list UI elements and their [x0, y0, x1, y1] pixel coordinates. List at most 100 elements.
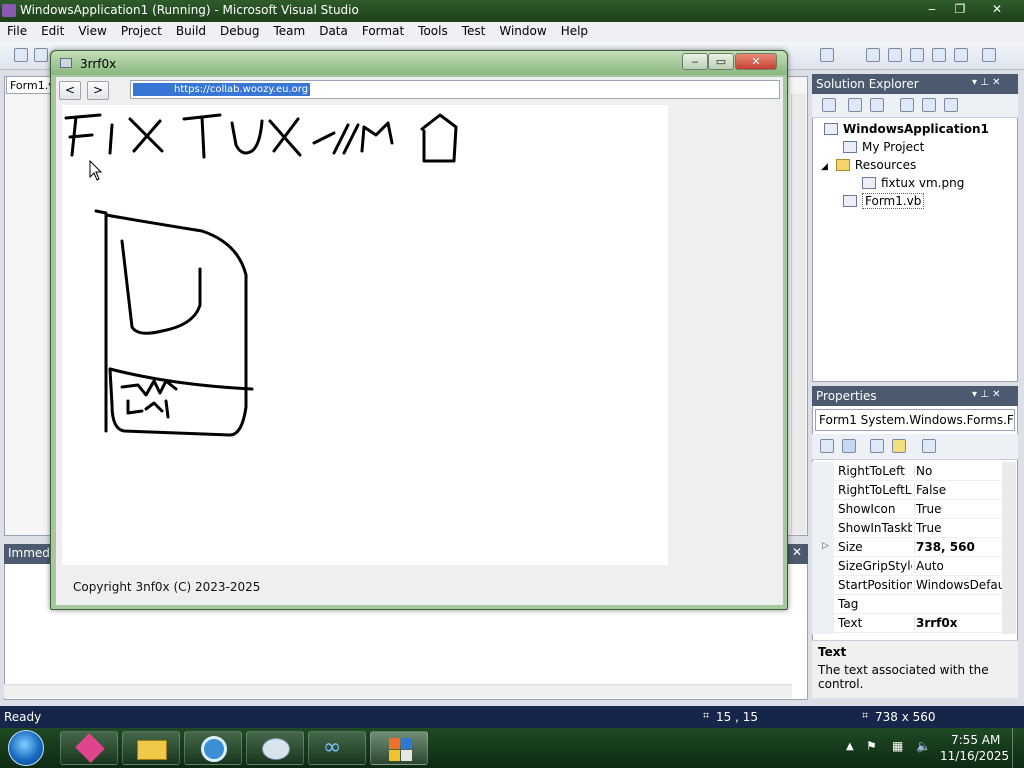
- mouse-cursor-icon: [89, 160, 103, 181]
- property-row[interactable]: Tag: [834, 595, 1002, 614]
- step-icon[interactable]: [866, 48, 880, 62]
- menu-help[interactable]: Help: [554, 22, 595, 38]
- property-row[interactable]: SizeGripStyle Auto: [834, 557, 1002, 576]
- new-project-icon[interactable]: [14, 48, 28, 62]
- editor-tab-form1[interactable]: Form1.vb: [6, 76, 56, 94]
- drawing-canvas[interactable]: [62, 105, 668, 565]
- menu-window[interactable]: Window: [492, 22, 553, 38]
- menu-format[interactable]: Format: [355, 22, 411, 38]
- position-icon: ⌗: [703, 709, 710, 722]
- open-file-icon[interactable]: [34, 48, 48, 62]
- events-icon[interactable]: [892, 439, 906, 453]
- app-pink-icon[interactable]: [60, 731, 118, 765]
- visual-studio-icon: [2, 4, 16, 17]
- show-hidden-icons[interactable]: ▲: [846, 741, 854, 752]
- properties-scrollbar[interactable]: [1002, 462, 1016, 634]
- editor-scrollbar[interactable]: [791, 94, 806, 534]
- property-row[interactable]: ShowInTaskb True: [834, 519, 1002, 538]
- property-description-title: Text: [818, 645, 847, 659]
- folder-icon: [835, 159, 850, 171]
- property-pages-icon[interactable]: [922, 439, 936, 453]
- form-close-button[interactable]: ✕: [735, 53, 777, 70]
- solution-icon: [824, 123, 838, 135]
- property-row[interactable]: ShowIcon True: [834, 500, 1002, 519]
- menu-view[interactable]: View: [71, 22, 113, 38]
- paint-icon[interactable]: [246, 731, 304, 765]
- visual-studio-icon[interactable]: [370, 731, 428, 765]
- property-description: Text The text associated with the contro…: [812, 640, 1018, 698]
- tree-item-image[interactable]: fixtux vm.png: [862, 176, 964, 190]
- minimize-button[interactable]: ‒: [920, 1, 944, 18]
- menu-project[interactable]: Project: [114, 22, 169, 38]
- menu-edit[interactable]: Edit: [34, 22, 71, 38]
- watch-icon[interactable]: [910, 48, 924, 62]
- clock-time[interactable]: 7:55 AM: [951, 733, 1000, 747]
- address-bar[interactable]: https://collab.woozy.eu.org: [130, 80, 780, 99]
- categorized-icon[interactable]: [820, 439, 834, 453]
- menu-test[interactable]: Test: [455, 22, 493, 38]
- form-titlebar: 3rrf0x ‒ ▭ ✕: [51, 51, 787, 75]
- menu-tools[interactable]: Tools: [411, 22, 455, 38]
- property-row[interactable]: Text 3rrf0x: [834, 614, 1002, 633]
- menu-bar: File Edit View Project Build Debug Team Data For…: [0, 22, 1024, 42]
- immediate-hscrollbar[interactable]: [4, 684, 792, 698]
- volume-icon[interactable]: 🔈: [916, 739, 931, 753]
- image-file-icon: [862, 177, 876, 189]
- forward-button[interactable]: >: [87, 81, 109, 100]
- show-desktop-button[interactable]: [1012, 728, 1024, 768]
- toolbar-window-icon[interactable]: [820, 48, 834, 62]
- refresh-icon[interactable]: [870, 98, 884, 112]
- menu-build[interactable]: Build: [169, 22, 213, 38]
- close-button[interactable]: ✕: [985, 1, 1009, 18]
- property-row[interactable]: StartPositionWindowsDefault: [834, 576, 1002, 595]
- vs-window-title: WindowsApplication1 (Running) - Microsof…: [20, 3, 359, 17]
- explorer-icon[interactable]: [122, 731, 180, 765]
- view-code-icon[interactable]: [900, 98, 914, 112]
- status-bar: Ready ⌗ 15 , 15 ⌗ 738 x 560: [0, 706, 1024, 728]
- solution-explorer-toolbar: [812, 94, 1018, 118]
- show-all-files-icon[interactable]: [848, 98, 862, 112]
- tree-item-solution[interactable]: WindowsApplication1: [824, 122, 989, 136]
- status-size: 738 x 560: [875, 710, 936, 724]
- pin-icon[interactable]: ▾ ⊥ ✕: [972, 77, 1000, 88]
- view-designer-icon[interactable]: [922, 98, 936, 112]
- running-form-window: 3rrf0x ‒ ▭ ✕ < > https://collab.woozy.eu…: [50, 50, 788, 610]
- tools-icon[interactable]: [982, 48, 996, 62]
- infinity-app-icon[interactable]: ∞: [308, 731, 366, 765]
- restore-button[interactable]: ❐: [948, 1, 972, 18]
- action-center-icon[interactable]: ⚑: [866, 739, 877, 753]
- menu-file[interactable]: File: [0, 22, 34, 38]
- size-expand-icon[interactable]: ▷: [822, 541, 829, 551]
- form-maximize-button[interactable]: ▭: [708, 53, 734, 70]
- threads-icon[interactable]: [954, 48, 968, 62]
- properties-icon[interactable]: [822, 98, 836, 112]
- alphabetical-icon[interactable]: [842, 439, 856, 453]
- back-button[interactable]: <: [59, 81, 81, 100]
- menu-data[interactable]: Data: [312, 22, 355, 38]
- menu-debug[interactable]: Debug: [213, 22, 266, 38]
- menu-team[interactable]: Team: [266, 22, 312, 38]
- clock-date[interactable]: 11/16/2025: [940, 749, 1009, 763]
- tree-item-form1[interactable]: Form1.vb: [843, 193, 925, 209]
- tree-item-resources[interactable]: ◢ Resources: [821, 158, 916, 172]
- immediate-close-icon[interactable]: ✕: [792, 545, 802, 559]
- network-icon[interactable]: ▦: [892, 739, 903, 753]
- form-client-area: < > https://collab.woozy.eu.org Copyrigh…: [56, 77, 783, 605]
- browser-icon[interactable]: [184, 731, 242, 765]
- properties-pin-icon[interactable]: ▾ ⊥ ✕: [972, 389, 1000, 400]
- fixtux-vm-drawing: [64, 113, 458, 437]
- class-diagram-icon[interactable]: [944, 98, 958, 112]
- property-row[interactable]: RightToLeft No: [834, 462, 1002, 481]
- locals-icon[interactable]: [932, 48, 946, 62]
- form-minimize-button[interactable]: ‒: [682, 53, 708, 70]
- start-button[interactable]: [8, 730, 44, 766]
- breakpoint-icon[interactable]: [888, 48, 902, 62]
- property-row[interactable]: RightToLeftL False: [834, 481, 1002, 500]
- property-row[interactable]: Size 738, 560: [834, 538, 1002, 557]
- status-ready: Ready: [4, 710, 42, 724]
- properties-view-icon[interactable]: [870, 439, 884, 453]
- tree-item-my-project[interactable]: My Project: [843, 140, 924, 154]
- expand-arrow-icon[interactable]: ◢: [821, 162, 828, 172]
- taskbar: ∞ ▲ ⚑ ▦ 🔈 7:55 AM 11/16/2025: [0, 728, 1024, 768]
- properties-object-selector[interactable]: Form1 System.Windows.Forms.Fo: [815, 409, 1015, 431]
